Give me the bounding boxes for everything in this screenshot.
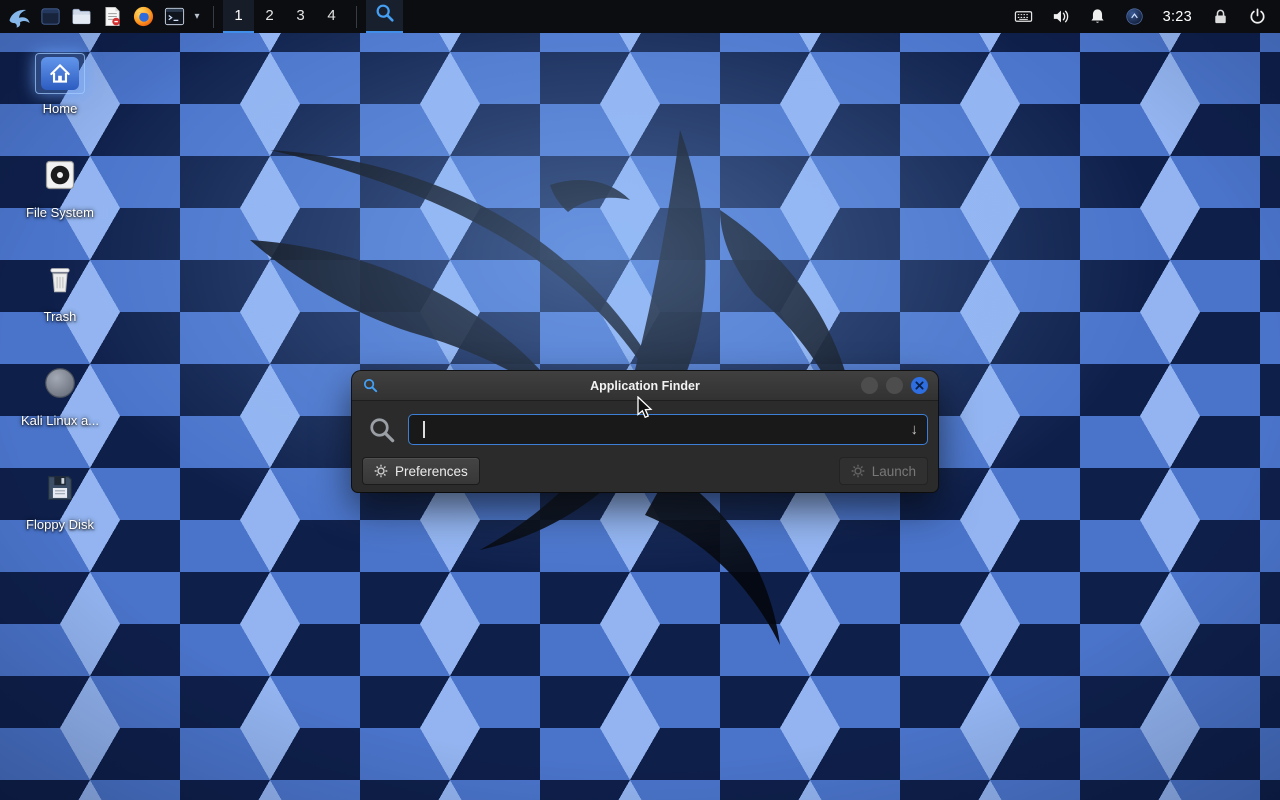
volume-icon — [1051, 7, 1070, 26]
launch-label: Launch — [872, 464, 916, 479]
maximize-button[interactable] — [886, 377, 903, 394]
dropdown-arrow-icon[interactable]: ↓ — [911, 422, 919, 437]
desktop-icon-list: Home File System Trash Kali Linux a... F… — [10, 48, 110, 532]
search-input[interactable]: ↓ — [408, 414, 928, 445]
desktop-icon-home[interactable]: Home — [10, 48, 110, 116]
launch-gear-icon — [851, 464, 865, 478]
desktop-icon-label: Home — [43, 101, 78, 116]
workspace-3[interactable]: 3 — [285, 0, 316, 33]
network-status[interactable] — [1116, 0, 1153, 33]
desktop-icon-filesystem[interactable]: File System — [10, 152, 110, 220]
chevron-down-icon[interactable]: ▾ — [190, 0, 204, 33]
panel-clock[interactable]: 3:23 — [1153, 9, 1202, 25]
text-editor-launcher[interactable] — [97, 0, 128, 33]
lock-icon — [1211, 7, 1230, 26]
desktop-icon-label: Trash — [44, 309, 77, 324]
power-icon — [1248, 7, 1267, 26]
logout-button[interactable] — [1239, 0, 1276, 33]
top-panel: ▾ 1 2 3 4 — [0, 0, 1280, 33]
desktop-icon-label: File System — [26, 205, 94, 220]
network-orb-icon — [1125, 7, 1144, 26]
system-tray: 3:23 — [1005, 0, 1276, 33]
firefox-launcher[interactable] — [128, 0, 159, 33]
desktop: ▾ 1 2 3 4 — [0, 0, 1280, 800]
text-caret — [423, 421, 425, 438]
floppy-disk-icon — [43, 471, 77, 510]
kali-dragon-icon — [6, 3, 34, 31]
kali-disc-icon — [42, 365, 78, 406]
mouse-cursor — [636, 396, 654, 420]
preferences-label: Preferences — [395, 464, 468, 479]
launch-button[interactable]: Launch — [839, 457, 928, 485]
workspace-2[interactable]: 2 — [254, 0, 285, 33]
panel-separator — [356, 6, 357, 28]
workspace-4[interactable]: 4 — [316, 0, 347, 33]
workspace-1[interactable]: 1 — [223, 0, 254, 33]
finder-magnifier-icon — [374, 2, 396, 29]
window-manager-launcher[interactable] — [35, 0, 66, 33]
search-icon — [367, 415, 397, 445]
panel-separator — [213, 6, 214, 28]
folder-icon — [70, 5, 93, 28]
desktop-icon-trash[interactable]: Trash — [10, 256, 110, 324]
trash-icon — [43, 261, 77, 302]
selection-highlight — [35, 53, 85, 94]
lock-screen-button[interactable] — [1202, 0, 1239, 33]
minimize-button[interactable] — [861, 377, 878, 394]
kali-menu-button[interactable] — [4, 0, 35, 33]
file-manager-launcher[interactable] — [66, 0, 97, 33]
taskbar-application-finder[interactable] — [366, 0, 403, 33]
volume-control[interactable] — [1042, 0, 1079, 33]
notifications[interactable] — [1079, 0, 1116, 33]
desktop-icon-floppy[interactable]: Floppy Disk — [10, 464, 110, 532]
desktop-icon-label: Floppy Disk — [26, 517, 94, 532]
terminal-icon — [163, 5, 186, 28]
application-finder-window: Application Finder ↓ — [352, 371, 938, 492]
gear-icon — [374, 464, 388, 478]
text-editor-icon — [101, 5, 124, 28]
window-search-icon — [362, 377, 379, 394]
desktop-icon-kali-docs[interactable]: Kali Linux a... — [10, 360, 110, 428]
close-button[interactable] — [911, 377, 928, 394]
bell-icon — [1088, 7, 1107, 26]
desktop-icon-label: Kali Linux a... — [21, 413, 99, 428]
preferences-button[interactable]: Preferences — [362, 457, 480, 485]
keyboard-indicator[interactable] — [1005, 0, 1042, 33]
window-icon — [39, 5, 62, 28]
filesystem-icon — [42, 157, 78, 198]
keyboard-icon — [1014, 7, 1033, 26]
home-icon — [41, 57, 79, 90]
window-title: Application Finder — [352, 379, 938, 393]
terminal-launcher[interactable] — [159, 0, 190, 33]
firefox-icon — [132, 5, 155, 28]
